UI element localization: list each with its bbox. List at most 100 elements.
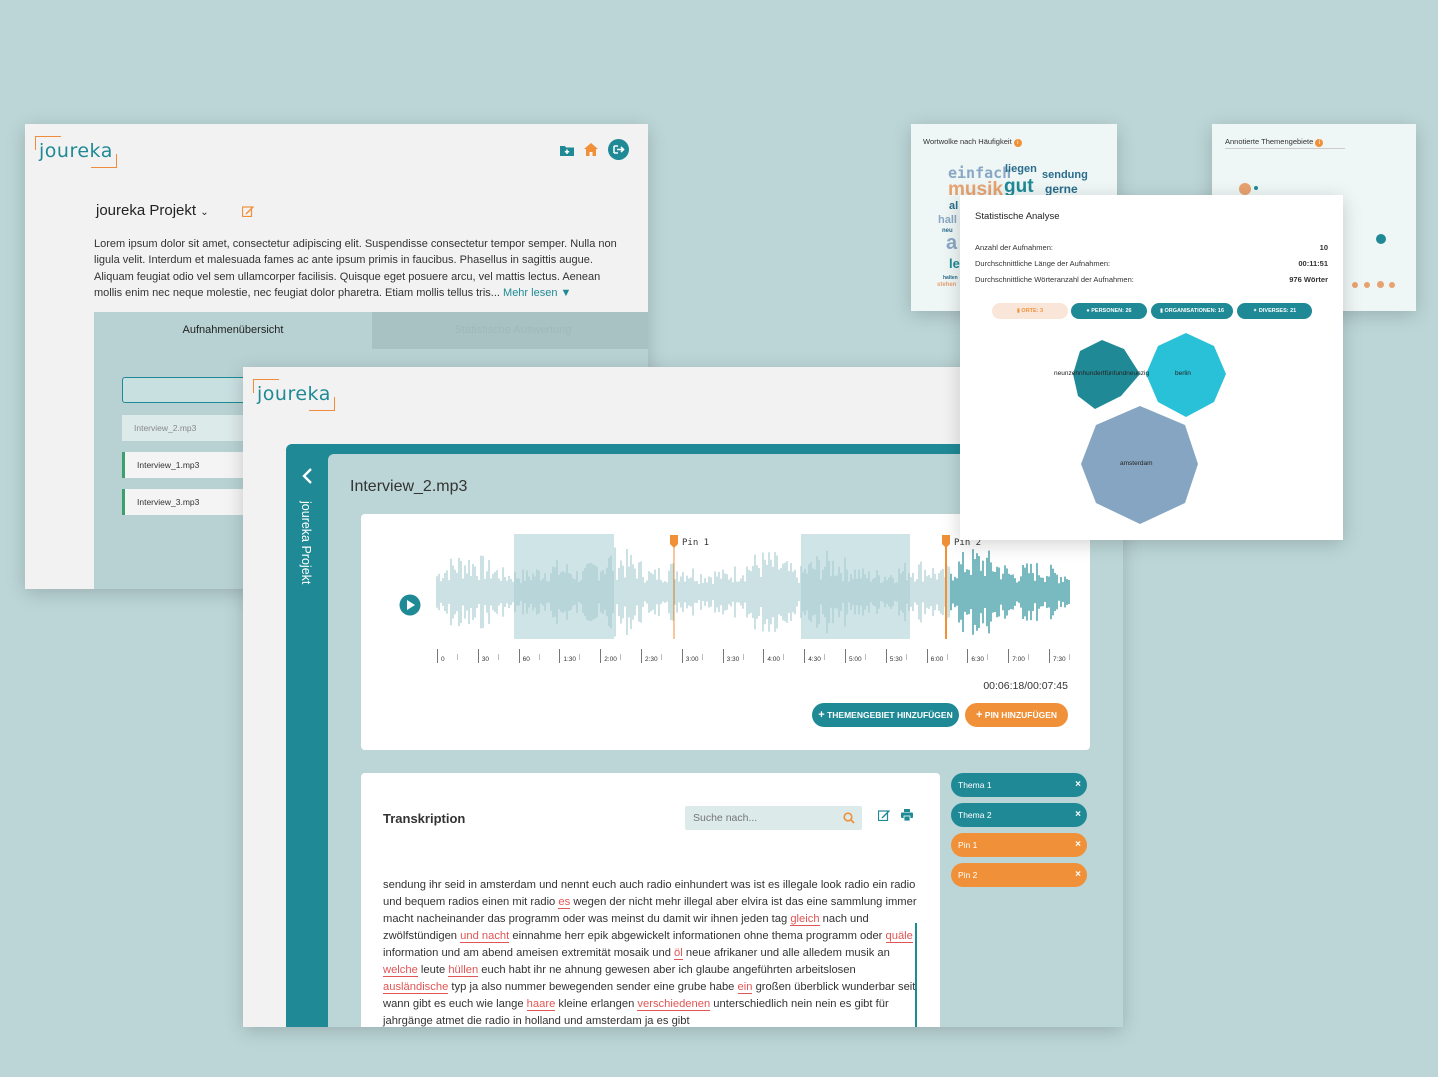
divider xyxy=(1225,148,1345,149)
add-pin-label: PIN HINZUFÜGEN xyxy=(984,710,1058,720)
close-icon[interactable]: × xyxy=(1075,803,1081,827)
transcript-search[interactable] xyxy=(685,806,862,830)
sidebar-label-text: joureka Projekt xyxy=(299,501,313,585)
timeline-tick: 3:00 xyxy=(681,649,698,663)
read-more-link[interactable]: Mehr lesen ▼ xyxy=(503,287,571,299)
close-icon[interactable]: × xyxy=(1075,773,1081,797)
highlighted-word[interactable]: es xyxy=(558,896,571,909)
play-icon[interactable] xyxy=(399,594,421,616)
word-le: le xyxy=(949,256,960,271)
topic-dot[interactable] xyxy=(1376,234,1386,244)
file-item-interview-2[interactable]: Interview_2.mp3 xyxy=(122,415,262,441)
wordcloud-title: Wortwolke nach Häufigkeit i xyxy=(923,137,1022,147)
highlighted-word[interactable]: quäle xyxy=(885,930,913,943)
plus-icon: + xyxy=(975,709,983,721)
timeline-minor-tick xyxy=(497,654,499,660)
waveform[interactable]: Pin 1 Pin 2 xyxy=(436,534,1071,639)
sidebar-project-label[interactable]: joureka Projekt xyxy=(291,497,321,597)
project-title-text: joureka Projekt xyxy=(96,202,197,219)
pin-marker-icon[interactable] xyxy=(670,535,678,548)
timeline-tick: 6:30 xyxy=(967,649,984,663)
file-item-interview-1[interactable]: Interview_1.mp3 xyxy=(122,452,262,478)
topic-dot[interactable] xyxy=(1377,281,1384,288)
topic-dot[interactable] xyxy=(1352,282,1358,288)
file-search-input[interactable] xyxy=(122,377,262,403)
bubble-label: berlin xyxy=(1175,370,1191,377)
chip-label: Pin 2 xyxy=(958,870,978,880)
close-icon[interactable]: × xyxy=(1075,833,1081,857)
timeline-tick: 0 xyxy=(437,649,445,663)
print-icon[interactable] xyxy=(901,809,913,821)
highlighted-word[interactable]: haare xyxy=(526,998,556,1011)
transcript-segment: information und am abend ameisen extremi… xyxy=(383,947,675,959)
timeline-minor-tick xyxy=(1069,654,1070,660)
transcript-text[interactable]: sendung ihr seid in amsterdam und nennt … xyxy=(383,877,918,1027)
chevron-left-icon[interactable] xyxy=(301,468,313,484)
timeline-tick: 1:30 xyxy=(559,649,576,663)
add-pin-button[interactable]: + PIN HINZUFÜGEN xyxy=(965,703,1068,727)
edit-icon[interactable] xyxy=(878,809,891,821)
search-input[interactable] xyxy=(685,806,835,830)
topic-dot[interactable] xyxy=(1239,183,1251,195)
tab-statistics[interactable]: Statistische Auswertung xyxy=(372,312,648,349)
tab-recordings[interactable]: Aufnahmenübersicht xyxy=(94,312,372,349)
edit-icon[interactable] xyxy=(242,205,254,217)
highlighted-word[interactable]: öl xyxy=(674,947,683,960)
add-topic-button[interactable]: + THEMENGEBIET HINZUFÜGEN xyxy=(812,703,959,727)
timeline-tick: 3:30 xyxy=(722,649,739,663)
highlighted-word[interactable]: ein xyxy=(737,981,753,994)
word-stehen: stehen xyxy=(937,282,957,288)
bubble-label: amsterdam xyxy=(1120,460,1153,467)
transcript-segment: einnahme herr epik abgewickelt informati… xyxy=(509,930,886,942)
word-liegen: liegen xyxy=(1005,163,1037,175)
highlighted-word[interactable]: ausländische xyxy=(383,981,449,994)
transcript-segment: neue afrikaner und alle alledem musik an xyxy=(682,947,890,959)
pin-marker-icon[interactable] xyxy=(942,535,950,548)
home-icon[interactable] xyxy=(584,143,598,156)
timeline-tick: 4:00 xyxy=(763,649,780,663)
timeline-minor-tick xyxy=(987,654,989,660)
highlighted-word[interactable]: hüllen xyxy=(448,964,479,977)
timeline-tick: 7:30 xyxy=(1049,649,1066,663)
plus-icon: + xyxy=(818,709,825,721)
topics-title: Annotierte Themengebiete i xyxy=(1225,137,1324,147)
timeline-tick: 2:00 xyxy=(600,649,617,663)
file-item-interview-3[interactable]: Interview_3.mp3 xyxy=(122,489,262,515)
info-icon[interactable]: i xyxy=(1315,139,1324,147)
word-gerne: gerne xyxy=(1045,182,1078,196)
logout-icon[interactable] xyxy=(608,139,629,160)
highlighted-word[interactable]: gleich xyxy=(790,913,820,926)
timeline-minor-tick xyxy=(538,654,540,660)
joureka-logo[interactable]: joureka xyxy=(35,136,117,168)
timeline-tick: 7:00 xyxy=(1008,649,1025,663)
wordcloud-title-text: Wortwolke nach Häufigkeit xyxy=(923,137,1012,146)
chip-pin-2[interactable]: Pin 2 × xyxy=(951,863,1087,887)
timeline-minor-tick xyxy=(905,654,907,660)
topic-dot[interactable] xyxy=(1389,282,1395,288)
timeline-minor-tick xyxy=(579,654,581,660)
project-title[interactable]: joureka Projekt ⌄ xyxy=(96,202,209,219)
chevron-down-icon[interactable]: ⌄ xyxy=(200,207,208,218)
chip-thema-1[interactable]: Thema 1 × xyxy=(951,773,1087,797)
chip-label: Pin 1 xyxy=(958,840,978,850)
topic-dot[interactable] xyxy=(1254,186,1258,190)
chip-thema-2[interactable]: Thema 2 × xyxy=(951,803,1087,827)
timeline-minor-tick xyxy=(661,654,662,660)
folder-add-icon[interactable] xyxy=(560,144,574,156)
topic-dot[interactable] xyxy=(1364,282,1370,288)
highlighted-word[interactable]: und nacht xyxy=(460,930,510,943)
transcript-title: Transkription xyxy=(383,811,466,826)
info-icon[interactable]: i xyxy=(1013,139,1022,147)
highlighted-word[interactable]: welche xyxy=(383,964,418,977)
chip-label: Thema 1 xyxy=(958,780,992,790)
timeline-minor-tick xyxy=(1028,654,1030,660)
time-display: 00:06:18/00:07:45 xyxy=(983,680,1068,692)
pin-label: Pin 1 xyxy=(682,538,709,548)
transcript-segment: kleine erlangen xyxy=(555,998,638,1010)
highlighted-word[interactable]: verschiedenen xyxy=(637,998,711,1011)
search-icon[interactable] xyxy=(843,812,855,824)
transcript-scrollbar[interactable] xyxy=(915,923,917,1027)
close-icon[interactable]: × xyxy=(1075,863,1081,887)
chip-pin-1[interactable]: Pin 1 × xyxy=(951,833,1087,857)
joureka-logo[interactable]: joureka xyxy=(253,379,335,411)
